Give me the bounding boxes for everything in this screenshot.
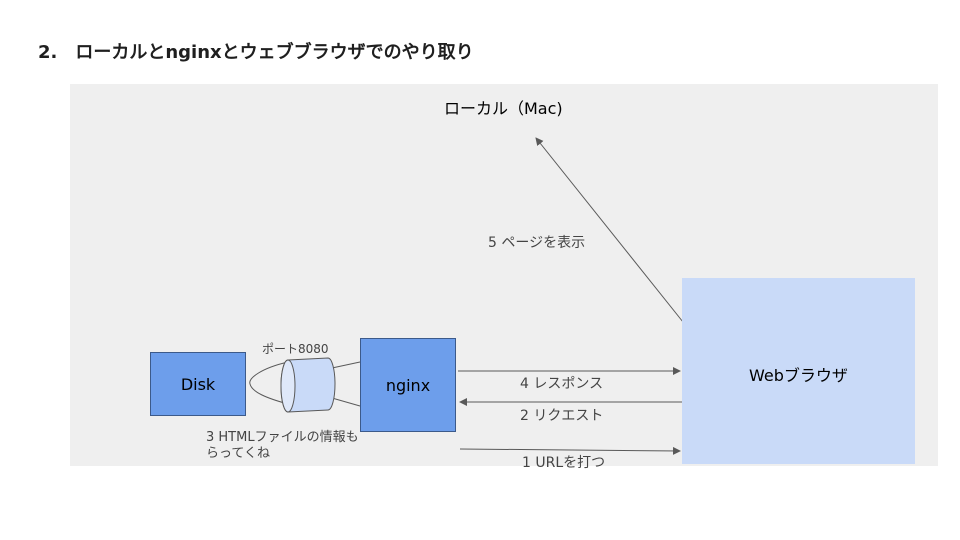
connector-nginx-top	[331, 361, 361, 369]
arrow-step5	[535, 137, 684, 323]
node-nginx-label: nginx	[385, 375, 431, 395]
node-local-label: ローカル（Mac)	[444, 99, 563, 118]
edge-step1-label: 1 URLを打つ	[522, 455, 606, 471]
edge-step4-label: 4 レスポンス	[520, 376, 604, 392]
edge-step5-label: 5 ページを表示	[488, 235, 586, 251]
node-browser-label: Webブラウザ	[749, 366, 848, 385]
edge-step3-line1: 3 HTMLファイルの情報も	[206, 430, 359, 445]
node-disk: Disk	[150, 352, 246, 416]
edge-step3-label: 3 HTMLファイルの情報も らってくね	[206, 430, 359, 462]
edge-port-label: ポート8080	[262, 342, 329, 356]
node-browser: Webブラウザ	[682, 278, 915, 464]
port-cylinder-icon	[280, 357, 336, 413]
connector-nginx-bottom	[331, 397, 361, 407]
node-disk-label: Disk	[180, 374, 216, 394]
edge-step2-label: 2 リクエスト	[520, 408, 604, 424]
node-nginx: nginx	[360, 338, 456, 432]
arrow-step1	[459, 446, 681, 455]
edge-step3-line2: らってくね	[206, 446, 270, 461]
